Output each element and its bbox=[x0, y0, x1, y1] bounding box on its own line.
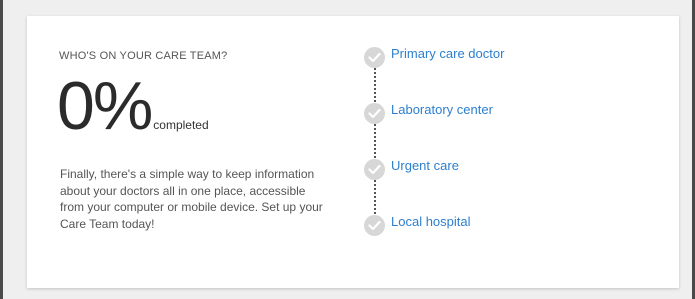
care-team-item-urgent-care[interactable]: Urgent care bbox=[364, 156, 459, 180]
card-title: WHO'S ON YOUR CARE TEAM? bbox=[59, 50, 228, 62]
check-circle-icon bbox=[364, 215, 385, 236]
care-team-link-laboratory[interactable]: Laboratory center bbox=[391, 102, 493, 117]
care-team-item-laboratory[interactable]: Laboratory center bbox=[364, 100, 493, 124]
care-team-item-primary-care[interactable]: Primary care doctor bbox=[364, 44, 504, 68]
window-frame-left bbox=[0, 0, 3, 299]
progress-connector-line bbox=[374, 60, 376, 230]
care-team-list: Primary care doctor Laboratory center Ur… bbox=[364, 44, 604, 236]
check-circle-icon bbox=[364, 159, 385, 180]
progress-label: completed bbox=[153, 118, 209, 132]
care-team-link-urgent-care[interactable]: Urgent care bbox=[391, 158, 459, 173]
progress-summary: 0% completed bbox=[57, 72, 209, 140]
progress-percent: 0% bbox=[57, 68, 153, 144]
care-team-link-local-hospital[interactable]: Local hospital bbox=[391, 214, 471, 229]
check-circle-icon bbox=[364, 103, 385, 124]
care-team-card: WHO'S ON YOUR CARE TEAM? 0% completed Fi… bbox=[27, 16, 679, 288]
check-circle-icon bbox=[364, 47, 385, 68]
card-description: Finally, there's a simple way to keep in… bbox=[60, 167, 323, 231]
care-team-link-primary-care[interactable]: Primary care doctor bbox=[391, 46, 504, 61]
care-team-item-local-hospital[interactable]: Local hospital bbox=[364, 212, 471, 236]
